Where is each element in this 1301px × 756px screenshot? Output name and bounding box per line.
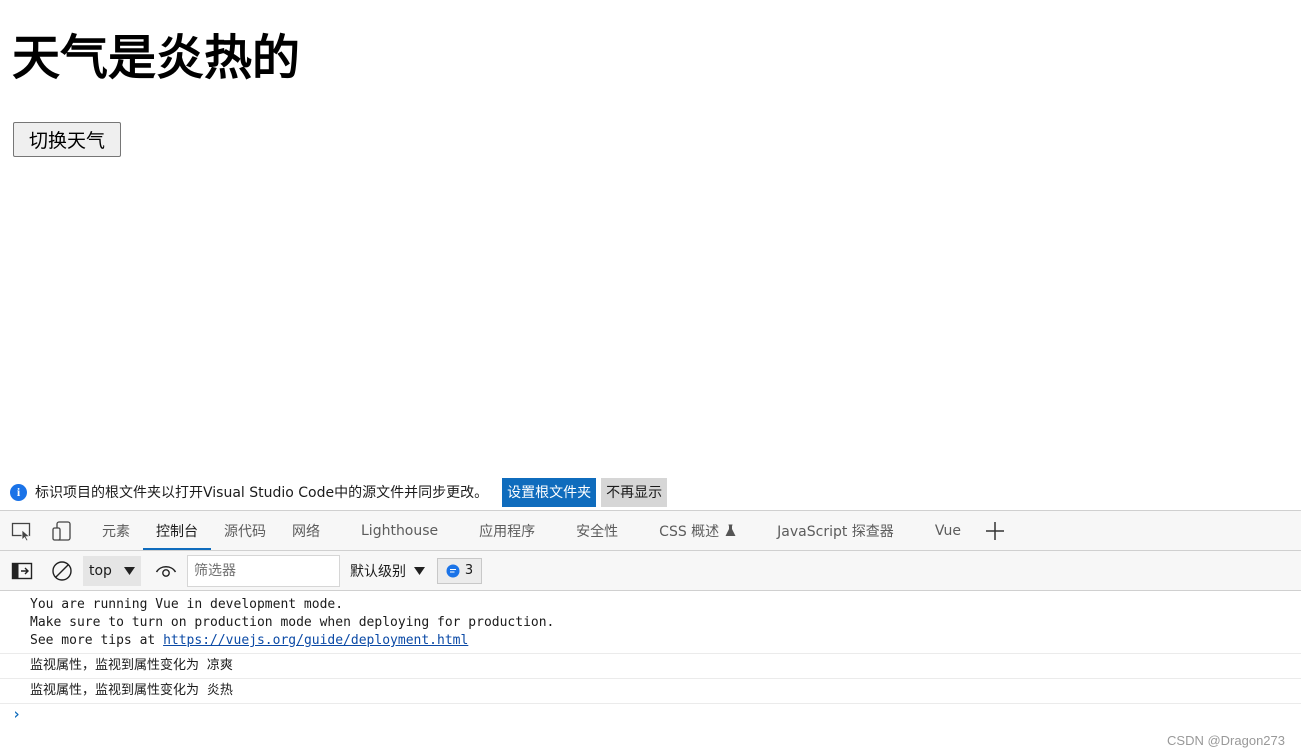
set-root-folder-button[interactable]: 设置根文件夹 [502, 477, 597, 507]
tab-console[interactable]: 控制台 [143, 511, 211, 550]
console-toolbar: top 默认级别 3 [0, 551, 1301, 591]
tab-css-overview[interactable]: CSS 概述 [646, 511, 764, 550]
context-select[interactable]: top [83, 555, 141, 586]
filter-input[interactable] [187, 554, 340, 587]
message-count: 3 [464, 563, 474, 578]
tab-javascript-profiler[interactable]: JavaScript 探查器 [764, 511, 922, 550]
message-count-badge[interactable]: 3 [437, 557, 482, 584]
console-message: 监视属性，监视到属性变化为 凉爽 [0, 654, 1301, 679]
vue-deployment-link[interactable]: https://vuejs.org/guide/deployment.html [163, 633, 468, 648]
clear-console-icon[interactable] [51, 560, 73, 582]
log-level-value: 默认级别 [350, 563, 406, 580]
tab-sources[interactable]: 源代码 [211, 511, 279, 550]
context-value: top [89, 562, 112, 579]
console-output: You are running Vue in development mode.… [0, 591, 1301, 756]
tab-elements[interactable]: 元素 [89, 511, 143, 550]
add-tab-plus-icon[interactable] [984, 520, 1006, 542]
console-line: You are running Vue in development mode. [30, 597, 344, 612]
info-icon: i [10, 483, 27, 501]
console-message-vue-notice: You are running Vue in development mode.… [0, 591, 1301, 654]
tab-application[interactable]: 应用程序 [466, 511, 563, 550]
watermark: CSDN @Dragon273 [1167, 733, 1285, 748]
console-line: Make sure to turn on production mode whe… [30, 615, 555, 630]
tab-security[interactable]: 安全性 [563, 511, 646, 550]
console-prompt-chevron-icon[interactable]: › [12, 705, 21, 723]
infobar-message: 标识项目的根文件夹以打开Visual Studio Code中的源文件并同步更改… [35, 485, 489, 501]
toggle-weather-button[interactable]: 切换天气 [13, 122, 121, 157]
show-sidebar-icon[interactable] [11, 560, 33, 582]
console-line: See more tips at https://vuejs.org/guide… [30, 632, 1301, 650]
page-title: 天气是炎热的 [12, 30, 301, 86]
devtools-tabstrip: 元素 控制台 源代码 网络 Lighthouse 应用程序 安全性 CSS 概述… [0, 510, 1301, 551]
console-line-prefix: See more tips at [30, 633, 164, 648]
console-message: 监视属性，监视到属性变化为 炎热 [0, 679, 1301, 704]
dont-show-again-button[interactable]: 不再显示 [601, 477, 668, 507]
caret-down-icon [414, 566, 425, 575]
inspect-element-icon[interactable] [11, 520, 33, 542]
devtools-infobar: i 标识项目的根文件夹以打开Visual Studio Code中的源文件并同步… [0, 474, 1301, 510]
tab-network[interactable]: 网络 [279, 511, 333, 550]
device-emulation-icon[interactable] [51, 520, 73, 542]
caret-down-icon [124, 566, 135, 575]
tab-css-overview-label: CSS 概述 [659, 523, 720, 540]
message-bubble-icon [446, 564, 460, 577]
tab-lighthouse[interactable]: Lighthouse [333, 511, 466, 550]
experiment-flask-icon [725, 524, 736, 537]
log-level-select[interactable]: 默认级别 [350, 556, 425, 586]
live-expression-eye-icon[interactable] [155, 560, 177, 582]
tab-vue[interactable]: Vue [922, 511, 974, 550]
